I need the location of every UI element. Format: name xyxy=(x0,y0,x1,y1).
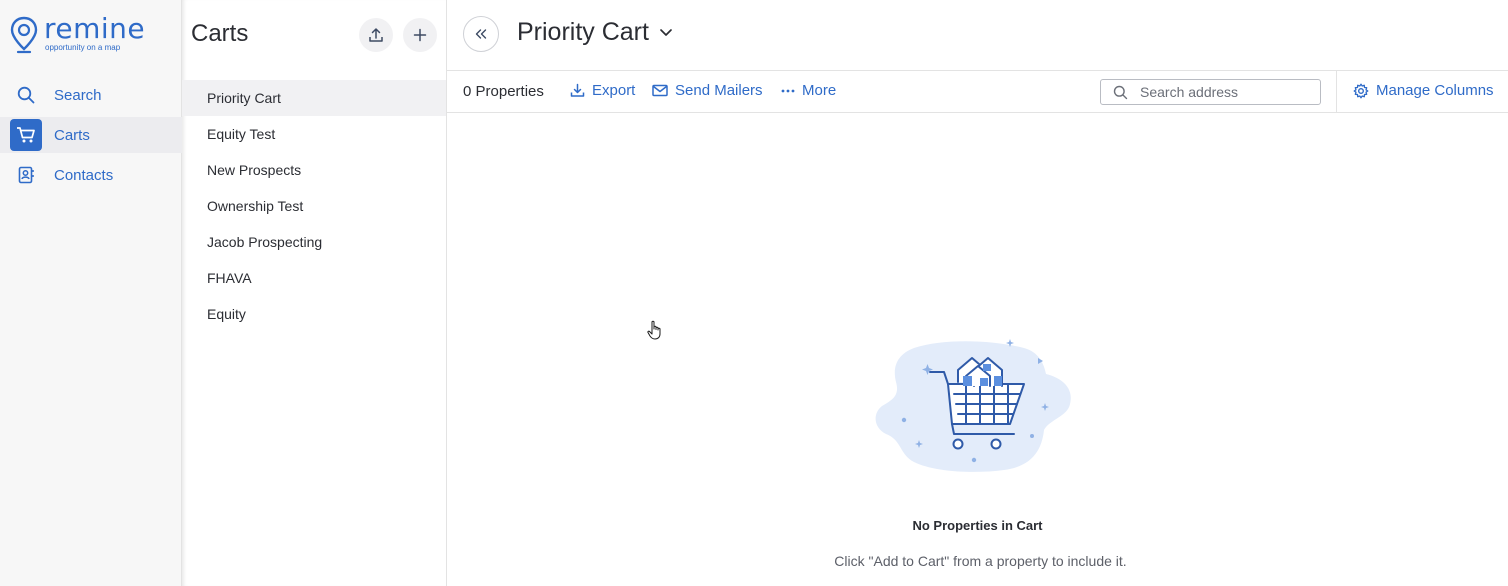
page-title: Priority Cart xyxy=(517,18,649,46)
cart-detail: Priority Cart 0 Properties Export Send M… xyxy=(447,0,1508,586)
contacts-icon xyxy=(10,159,42,191)
hand-cursor-icon xyxy=(647,320,661,340)
empty-state-title: No Properties in Cart xyxy=(912,518,1043,533)
mail-icon xyxy=(652,84,668,97)
manage-columns-label: Manage Columns xyxy=(1376,82,1494,99)
download-icon xyxy=(570,83,585,97)
manage-columns-button[interactable]: Manage Columns xyxy=(1353,82,1494,99)
more-dots-icon xyxy=(781,89,795,92)
search-address-input[interactable] xyxy=(1140,84,1310,100)
cart-list-item[interactable]: New Prospects xyxy=(182,152,446,188)
toolbar-divider xyxy=(1336,71,1337,113)
send-mailers-button[interactable]: Send Mailers xyxy=(652,82,763,99)
carts-title: Carts xyxy=(191,20,249,47)
nav-item-label: Contacts xyxy=(54,166,114,184)
collapse-panel-button[interactable] xyxy=(463,16,499,52)
upload-icon xyxy=(369,28,383,42)
nav-item-search[interactable]: Search xyxy=(10,77,182,113)
export-label: Export xyxy=(592,82,636,99)
send-mailers-label: Send Mailers xyxy=(675,82,763,99)
empty-state-subtitle: Click "Add to Cart" from a property to i… xyxy=(834,553,1127,569)
upload-cart-button[interactable] xyxy=(359,18,393,52)
carts-panel: Carts Priority Cart Equity Test New Pros… xyxy=(182,0,447,586)
cart-toolbar: 0 Properties Export Send Mailers More Ma… xyxy=(447,70,1508,113)
nav-item-label: Search xyxy=(54,86,102,104)
chevron-down-icon xyxy=(660,29,672,36)
more-button[interactable]: More xyxy=(781,82,836,99)
cart-list-item[interactable]: FHAVA xyxy=(182,260,446,296)
export-button[interactable]: Export xyxy=(570,82,635,99)
cart-list-item[interactable]: Jacob Prospecting xyxy=(182,224,446,260)
cart-list-item[interactable]: Equity xyxy=(182,296,446,332)
search-address-field[interactable] xyxy=(1100,79,1321,105)
add-cart-button[interactable] xyxy=(403,18,437,52)
brand-name: remine xyxy=(44,12,146,45)
cart-list-item[interactable]: Priority Cart xyxy=(182,80,446,116)
cart-title-dropdown[interactable]: Priority Cart xyxy=(517,18,673,47)
cart-list-item[interactable]: Ownership Test xyxy=(182,188,446,224)
nav-item-contacts[interactable]: Contacts xyxy=(10,157,182,193)
map-pin-logo-icon xyxy=(10,16,38,54)
plus-icon xyxy=(413,28,427,42)
search-icon xyxy=(1113,85,1128,99)
gear-icon xyxy=(1353,83,1369,98)
left-nav: remine opportunity on a map Search Carts… xyxy=(0,0,182,586)
remine-logo[interactable]: remine opportunity on a map xyxy=(10,12,146,54)
search-icon xyxy=(10,79,42,111)
nav-item-carts[interactable]: Carts xyxy=(0,117,182,153)
cart-icon xyxy=(10,119,42,151)
more-label: More xyxy=(802,82,837,99)
double-chevron-left-icon xyxy=(475,29,487,39)
nav-item-label: Carts xyxy=(54,126,90,144)
empty-cart-illustration xyxy=(875,339,1071,472)
cart-list-item[interactable]: Equity Test xyxy=(182,116,446,152)
property-count: 0 Properties xyxy=(463,83,544,100)
